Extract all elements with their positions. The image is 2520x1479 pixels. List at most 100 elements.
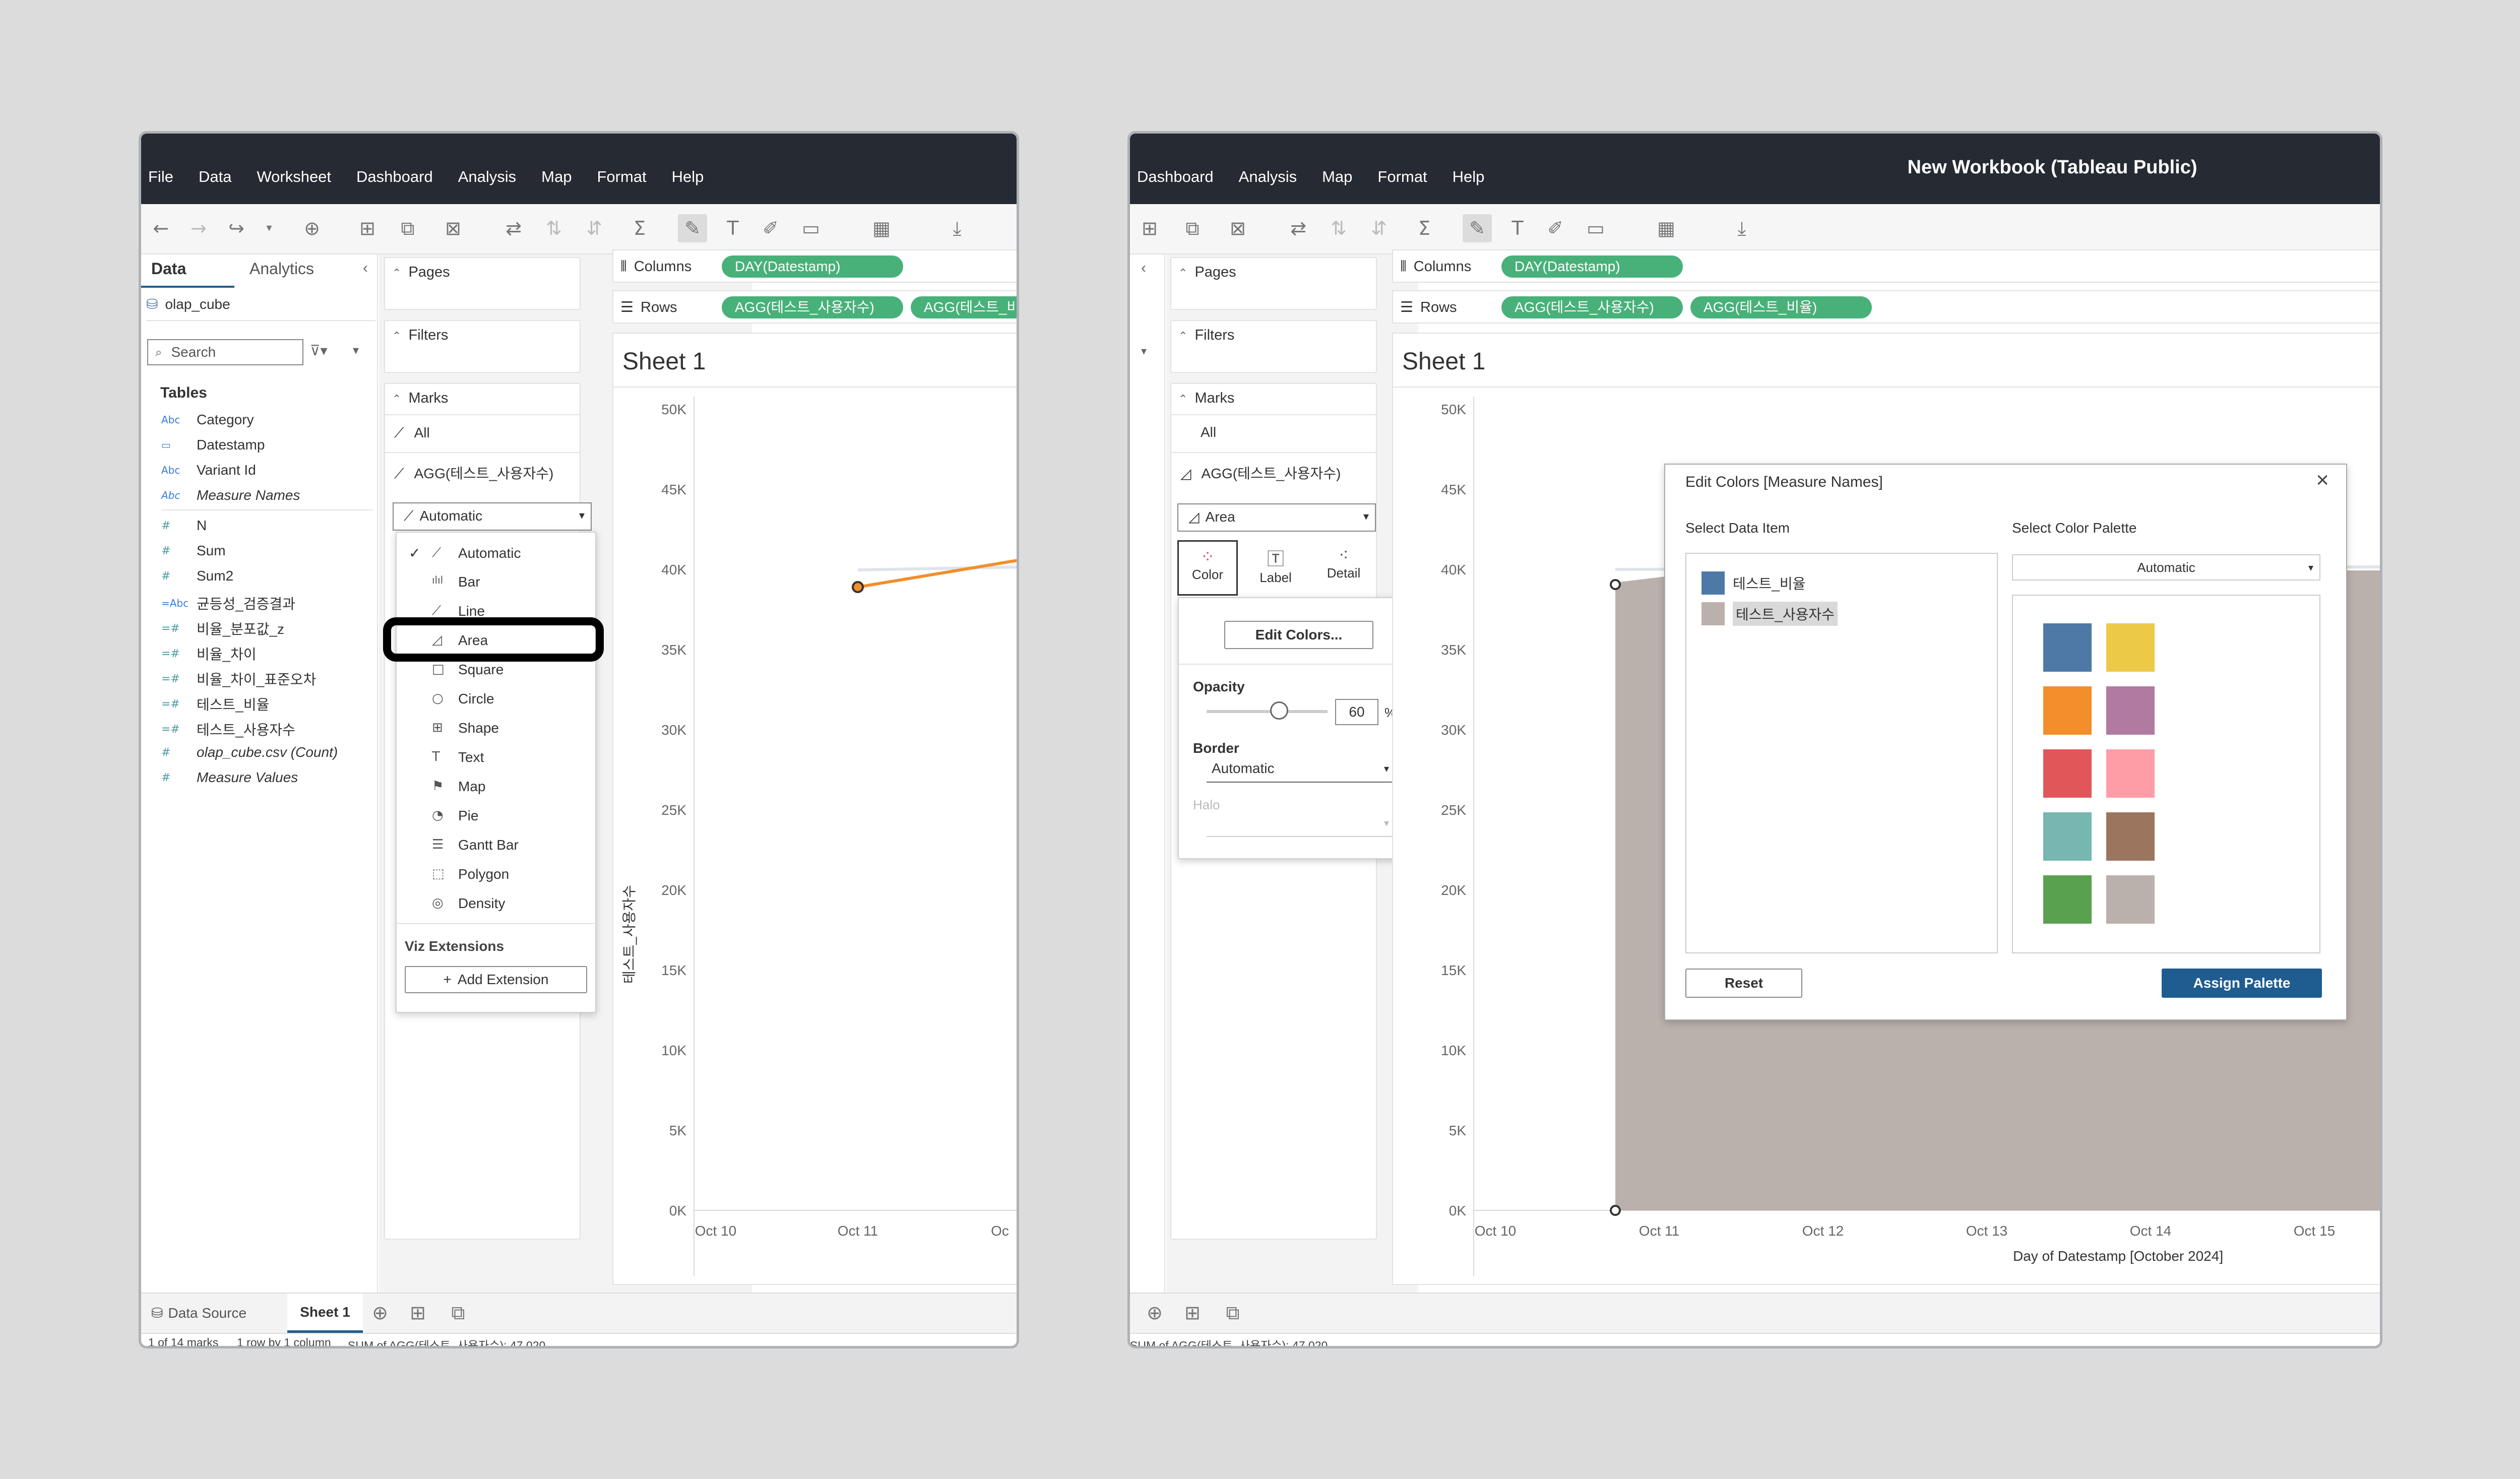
field-variant-id[interactable]: Abc Variant Id (161, 462, 256, 478)
menu-file[interactable]: File (148, 168, 173, 186)
edit-colors-button[interactable]: Edit Colors... (1224, 621, 1373, 649)
new-sheet-icon[interactable]: ⊕ (365, 1299, 395, 1327)
menu-item-gantt-bar[interactable]: ☰ Gantt Bar (397, 837, 597, 859)
menu-map[interactable]: Map (541, 168, 572, 186)
fit-icon[interactable]: ▭ (796, 214, 826, 242)
field-sum2[interactable]: # Sum2 (161, 568, 233, 584)
marks-measure-tab[interactable]: ◿ AGG(테스트_사용자수) (1180, 463, 1341, 483)
redo-icon[interactable]: ↪ (222, 214, 251, 242)
menu-item-pie[interactable]: ◔ Pie (397, 808, 597, 830)
field-measure-names[interactable]: Abc Measure Names (161, 487, 300, 503)
menu-item-bar[interactable]: ılıl Bar (397, 574, 597, 596)
swatch-blue[interactable] (2043, 623, 2092, 672)
chevron-down-icon[interactable]: ▾ (353, 343, 359, 357)
data-item-test-ratio[interactable]: 테스트_비율 (1702, 571, 1805, 595)
filters-card[interactable]: ⌃ Filters (1170, 320, 1377, 373)
field-ratio-z[interactable]: =# 비율_분포값_z (161, 618, 284, 638)
new-story-icon[interactable]: ⧉ (1218, 1299, 1247, 1327)
field-sum[interactable]: # Sum (161, 543, 226, 559)
menu-item-circle[interactable]: ○ Circle (397, 691, 597, 713)
new-dashboard-icon[interactable]: ⊞ (1178, 1299, 1207, 1327)
tab-analytics[interactable]: Analytics (249, 260, 314, 278)
clear-sheet-icon[interactable]: ⊠ (1223, 214, 1252, 242)
annotate-icon[interactable]: ✐ (756, 214, 785, 242)
menu-dashboard[interactable]: Dashboard (1137, 168, 1214, 186)
swatch-teal[interactable] (2043, 812, 2092, 861)
swatch-brown[interactable] (2106, 812, 2155, 861)
swatch-red[interactable] (2043, 749, 2092, 798)
highlight-icon[interactable]: ✎ (678, 214, 707, 242)
sort-asc-icon[interactable]: ⇅ (1324, 214, 1353, 242)
totals-icon[interactable]: Σ (625, 214, 654, 242)
menu-worksheet[interactable]: Worksheet (257, 168, 331, 186)
duplicate-icon[interactable]: ⧉ (393, 214, 422, 242)
swatch-purple[interactable] (2106, 686, 2155, 735)
marks-all-tab[interactable]: All (1201, 424, 1216, 440)
columns-shelf[interactable]: ⦀ Columns DAY(Datestamp) (1392, 249, 2380, 283)
field-category[interactable]: Abc Category (161, 412, 254, 428)
data-item-test-users[interactable]: 테스트_사용자수 (1702, 602, 1838, 626)
expand-icon[interactable]: ‹ (1141, 260, 1146, 277)
back-icon[interactable]: ← (146, 214, 175, 242)
search-field[interactable]: ⌕ Search (147, 339, 303, 365)
opacity-input[interactable]: 60 (1335, 699, 1378, 725)
swatch-green[interactable] (2043, 875, 2092, 924)
menu-item-square[interactable]: □ Square (397, 662, 597, 684)
menu-help[interactable]: Help (1453, 168, 1485, 186)
menu-item-automatic[interactable]: ⟋ Automatic (397, 545, 597, 567)
marks-all-tab[interactable]: ⟋ All (394, 424, 430, 441)
detail-button[interactable]: ⁖ Detail (1313, 540, 1374, 596)
columns-pill[interactable]: DAY(Datestamp) (722, 255, 903, 278)
menu-analysis[interactable]: Analysis (1239, 168, 1297, 186)
menu-dashboard[interactable]: Dashboard (356, 168, 433, 186)
field-count[interactable]: # olap_cube.csv (Count) (161, 744, 338, 760)
label-button[interactable]: 🅃 Label (1245, 540, 1306, 596)
swap-icon[interactable]: ⇄ (499, 214, 528, 242)
annotate-icon[interactable]: ✐ (1541, 214, 1570, 242)
close-icon[interactable]: × (2316, 468, 2329, 493)
menu-item-density[interactable]: ◎ Density (397, 895, 597, 918)
mark-type-dropdown[interactable]: ⟋ Automatic ▾ (393, 502, 592, 531)
columns-shelf[interactable]: ⦀ Columns DAY(Datestamp) (612, 249, 1017, 283)
menu-analysis[interactable]: Analysis (458, 168, 516, 186)
menu-item-polygon[interactable]: ⬚ Polygon (397, 866, 597, 888)
pages-card[interactable]: ⌃ Pages (384, 257, 581, 310)
labels-icon[interactable]: T (718, 214, 747, 242)
highlight-icon[interactable]: ✎ (1463, 214, 1492, 242)
swatch-gray[interactable] (2106, 875, 2155, 924)
collapse-icon[interactable]: ‹ (363, 260, 368, 277)
add-extension-button[interactable]: + Add Extension (405, 966, 587, 993)
field-ratio-diff-se[interactable]: =# 비율_차이_표준오차 (161, 669, 316, 689)
tab-data-source[interactable]: ⛁ Data Source (151, 1305, 246, 1321)
rows-shelf[interactable]: ☰Rows AGG(테스트_사용자수) AGG(테스트_비율) (1392, 290, 2380, 324)
menu-item-map[interactable]: ⚑ Map (397, 779, 597, 801)
field-datestamp[interactable]: ▭ Datestamp (161, 437, 265, 453)
baseline-mark[interactable] (1610, 1205, 1621, 1216)
opacity-slider-track[interactable] (1207, 710, 1328, 713)
marks-measure-tab[interactable]: ⟋ AGG(테스트_사용자수) (394, 463, 553, 483)
new-worksheet-icon[interactable]: ⊞ (1135, 214, 1164, 242)
rows-shelf[interactable]: ☰Rows AGG(테스트_사용자수) AGG(테스트_비율) (612, 290, 1017, 324)
menu-item-text[interactable]: T Text (397, 749, 597, 771)
sort-desc-icon[interactable]: ⇵ (580, 214, 609, 242)
field-uniformity-result[interactable]: =Abc 균등성_검증결과 (161, 593, 295, 613)
filters-card[interactable]: ⌃ Filters (384, 320, 581, 373)
labels-icon[interactable]: T (1503, 214, 1532, 242)
duplicate-icon[interactable]: ⧉ (1178, 214, 1207, 242)
field-test-users[interactable]: =# 테스트_사용자수 (161, 719, 295, 739)
show-me-icon[interactable]: ▦ (867, 214, 896, 242)
pages-card[interactable]: ⌃ Pages (1170, 257, 1377, 310)
rows-pill-users[interactable]: AGG(테스트_사용자수) (722, 296, 903, 318)
swatch-yellow[interactable] (2106, 623, 2155, 672)
swap-icon[interactable]: ⇄ (1284, 214, 1313, 242)
tab-data[interactable]: Data (151, 260, 186, 278)
field-ratio-diff[interactable]: =# 비율_차이 (161, 644, 257, 664)
sort-asc-icon[interactable]: ⇅ (539, 214, 569, 242)
swatch-orange[interactable] (2043, 686, 2092, 735)
menu-data[interactable]: Data (199, 168, 231, 186)
color-button[interactable]: ⁘ Color (1177, 540, 1238, 596)
chevron-down-icon[interactable]: ▾ (255, 214, 284, 242)
fit-icon[interactable]: ▭ (1581, 214, 1610, 242)
assign-palette-button[interactable]: Assign Palette (2162, 969, 2322, 998)
clear-sheet-icon[interactable]: ⊠ (438, 214, 468, 242)
